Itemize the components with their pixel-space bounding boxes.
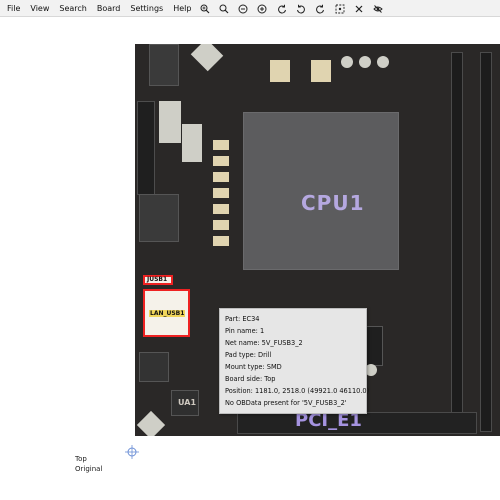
jusb1-label: JUSB1 — [147, 276, 168, 283]
io-connector — [137, 101, 155, 195]
ram-slot-1 — [451, 52, 463, 432]
part-info-tooltip: Part: EC34 Pin name: 1 Net name: 5V_FUSB… — [219, 308, 370, 414]
transistor-q5 — [311, 60, 331, 82]
transistor-q31 — [213, 220, 229, 230]
tooltip-obdata: No OBData present for '5V_FUSB3_2' — [225, 399, 347, 407]
component-block — [182, 124, 202, 162]
hide-icon[interactable] — [372, 3, 383, 14]
origin-text: Original — [75, 465, 103, 473]
chip — [139, 352, 169, 382]
menu-board[interactable]: Board — [92, 4, 126, 13]
transistor-q30 — [213, 204, 229, 214]
lan-usb1-label: LAN_USB1 — [149, 310, 186, 317]
transistor-q9 — [213, 156, 229, 166]
close-icon[interactable] — [353, 3, 364, 14]
tooltip-position: Position: 1181.0, 2518.0 (49921.0 46110.… — [225, 387, 370, 395]
transistor-q21 — [213, 172, 229, 182]
origin-label: Top Original — [75, 454, 102, 474]
transistor-q41 — [213, 236, 229, 246]
tooltip-board-side: Board side: Top — [225, 375, 276, 383]
origin-marker-icon — [125, 445, 139, 459]
capacitor — [377, 56, 389, 68]
transistor-q2 — [270, 60, 290, 82]
ua1-chip[interactable]: UA1 — [171, 390, 199, 416]
tooltip-mount-type: Mount type: SMD — [225, 363, 282, 371]
hdmi-connector — [149, 44, 179, 86]
tooltip-pad-type: Pad type: Drill — [225, 351, 272, 359]
transistor-q19 — [213, 188, 229, 198]
transistor-q40 — [213, 140, 229, 150]
ethernet-connector — [139, 194, 179, 242]
zoom-in-icon[interactable] — [199, 3, 210, 14]
board-canvas[interactable]: CPU1 JUSB1 LAN_USB1 UA1 PCI_E1 Part: EC3… — [0, 18, 500, 500]
tooltip-pin-name: Pin name: 1 — [225, 327, 265, 335]
mounting-hole — [136, 410, 166, 436]
rotate-icon[interactable] — [314, 3, 325, 14]
battery-holder — [159, 101, 181, 143]
menu-file[interactable]: File — [2, 4, 25, 13]
menu-bar: File View Search Board Settings Help — [0, 0, 500, 17]
ram-slot-2 — [480, 52, 492, 432]
zoom-reset-icon[interactable] — [256, 3, 267, 14]
cpu-label: CPU1 — [301, 191, 365, 215]
menu-search[interactable]: Search — [54, 4, 91, 13]
capacitor — [341, 56, 353, 68]
menu-view[interactable]: View — [25, 4, 54, 13]
app-window: File View Search Board Settings Help CPU… — [0, 0, 500, 500]
tooltip-net-name: Net name: 5V_FUSB3_2 — [225, 339, 303, 347]
zoom-fit-icon[interactable] — [218, 3, 229, 14]
center-icon[interactable] — [334, 3, 345, 14]
rotate-ccw-icon[interactable] — [276, 3, 287, 14]
rotate-cw-icon[interactable] — [295, 3, 306, 14]
ua1-label: UA1 — [178, 398, 197, 407]
cpu-socket[interactable]: CPU1 — [243, 112, 399, 270]
menu-help[interactable]: Help — [168, 4, 196, 13]
capacitor — [359, 56, 371, 68]
zoom-out-icon[interactable] — [237, 3, 248, 14]
tooltip-part: Part: EC34 — [225, 315, 260, 323]
mounting-hole — [190, 44, 224, 72]
menu-settings[interactable]: Settings — [125, 4, 168, 13]
origin-side: Top — [75, 455, 87, 463]
